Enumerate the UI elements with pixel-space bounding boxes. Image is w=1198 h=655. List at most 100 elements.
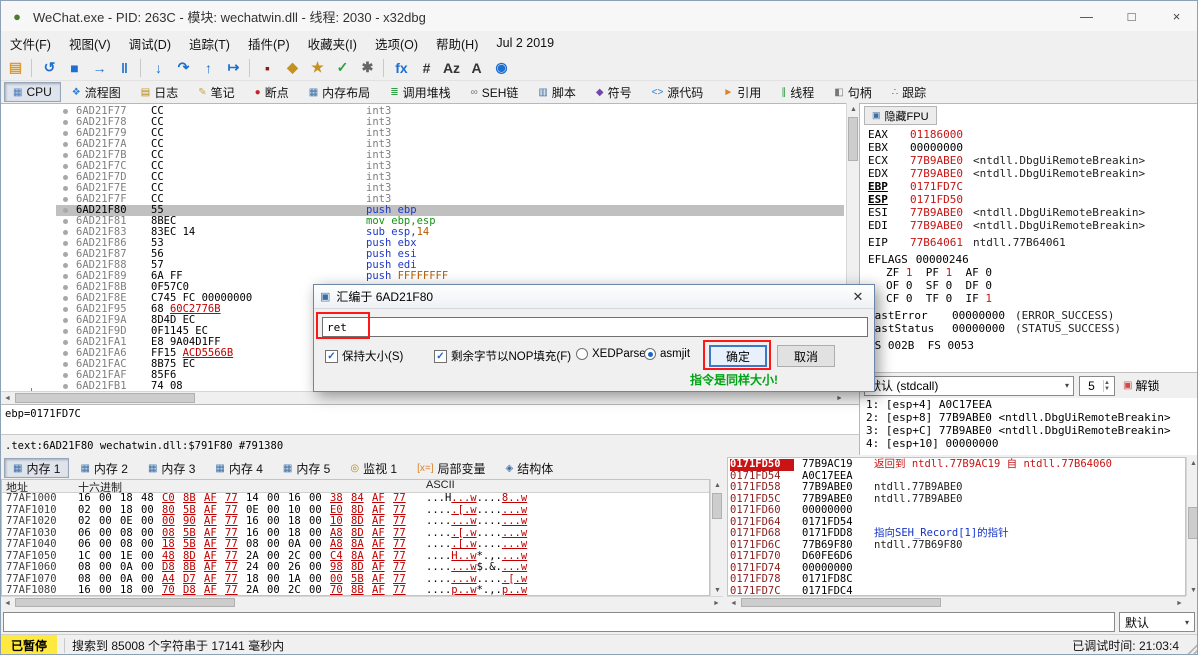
breakpoint-dot[interactable] <box>63 208 68 213</box>
register-row-esi[interactable]: ESI77B9ABE0<ntdll.DbgUiRemoteBreakin> <box>860 206 1198 219</box>
menu-help[interactable]: 帮助(H) <box>427 31 487 56</box>
argument-row[interactable]: 2: [esp+8] 77B9ABE0 <ntdll.DbgUiRemoteBr… <box>860 411 1198 424</box>
dump-vscrollbar[interactable]: ▲ ▼ <box>710 479 723 596</box>
scroll-thumb[interactable] <box>741 598 941 607</box>
menu-plugins[interactable]: 插件(P) <box>239 31 299 56</box>
menu-debug[interactable]: 调试(D) <box>120 31 180 56</box>
scroll-up-icon[interactable]: ▲ <box>711 479 724 491</box>
menu-trace[interactable]: 追踪(T) <box>180 31 239 56</box>
tab-dump-2[interactable]: ▦内存 2 <box>71 458 136 478</box>
dump-row[interactable]: 77AF10801600180070D8AF772A002C00708BAF77… <box>2 585 710 596</box>
breakpoint-dot[interactable] <box>63 285 68 290</box>
tab-trace[interactable]: ∴跟踪 <box>883 82 935 102</box>
scroll-thumb[interactable] <box>15 598 235 607</box>
tab-watch-1[interactable]: ◎监视 1 <box>341 458 406 478</box>
register-row-laststatus[interactable]: LastStatus00000000(STATUS_SUCCESS) <box>860 322 1198 335</box>
strings-icon[interactable]: A <box>464 57 489 79</box>
tab-memory-map[interactable]: ▦内存布局 <box>300 82 379 102</box>
unlock-checkbox[interactable]: ▣ 解锁 <box>1123 377 1159 394</box>
command-mode-combo[interactable]: 默认 ▾ <box>1119 612 1195 632</box>
step-out-icon[interactable]: ↑ <box>196 57 221 79</box>
tab-cpu[interactable]: ▦CPU <box>4 82 61 102</box>
tab-struct[interactable]: ◈结构体 <box>497 458 563 478</box>
dump-row[interactable]: 77AF106008000A00D88BAF7724002600988DAF77… <box>2 562 710 574</box>
breakpoint-dot[interactable] <box>63 351 68 356</box>
tab-handles[interactable]: ◧句柄 <box>825 82 880 102</box>
breakpoint-dot[interactable] <box>63 142 68 147</box>
assemble-instruction-input[interactable] <box>322 317 868 337</box>
dump-row[interactable]: 77AF104006000800185BAF7708000A00A88AAF77… <box>2 539 710 551</box>
stack-vscrollbar[interactable]: ▲ ▼ <box>1186 457 1198 596</box>
open-file-icon[interactable]: ▤ <box>3 57 28 79</box>
calling-convention-combo[interactable]: 默认 (stdcall) ▾ <box>864 376 1074 396</box>
step-over-icon[interactable]: ↷ <box>171 57 196 79</box>
argument-row[interactable]: 3: [esp+C] 77B9ABE0 <ntdll.DbgUiRemoteBr… <box>860 424 1198 437</box>
tab-notes[interactable]: ✎笔记 <box>189 82 243 102</box>
register-row-ebp[interactable]: EBP0171FD7C <box>860 180 1198 193</box>
dump-row[interactable]: 77AF100016001848C08BAF77140016003884AF77… <box>2 493 710 505</box>
favourites-star-icon[interactable]: ★ <box>305 57 330 79</box>
maximize-button[interactable]: □ <box>1109 1 1154 31</box>
disasm-row[interactable]: 6AD21F8653push ebx <box>56 238 844 249</box>
breakpoint-dot[interactable] <box>63 318 68 323</box>
stop-icon[interactable]: ■ <box>62 57 87 79</box>
scroll-thumb[interactable] <box>15 393 195 403</box>
function-fx-icon[interactable]: fx <box>389 57 414 79</box>
tab-locals[interactable]: [x=]局部变量 <box>408 458 494 478</box>
scroll-up-icon[interactable]: ▲ <box>1187 457 1198 469</box>
menu-file[interactable]: 文件(F) <box>1 31 60 56</box>
patches-icon[interactable]: ◆ <box>280 57 305 79</box>
step-into-icon[interactable]: ↓ <box>146 57 171 79</box>
disasm-row[interactable]: 6AD21F77CCint3 <box>56 106 844 117</box>
stack-hscrollbar[interactable]: ◄ ► <box>727 596 1186 608</box>
tab-dump-1[interactable]: ▦内存 1 <box>4 458 69 478</box>
pause-icon[interactable]: ‖ <box>112 57 137 79</box>
breakpoint-dot[interactable] <box>63 384 68 389</box>
tab-threads[interactable]: ∥线程 <box>772 82 823 102</box>
stack-row[interactable]: 0171FD680171FDD8指向SEH_Record[1]的指针 <box>728 528 1186 540</box>
disasm-row[interactable]: 6AD21F7DCCint3 <box>56 172 844 183</box>
stack-row[interactable]: 0171FD7400000000 <box>728 563 1186 575</box>
dump-row[interactable]: 77AF102002000E000090AF7716001800108DAF77… <box>2 516 710 528</box>
hide-fpu-button[interactable]: ▣隐藏FPU <box>864 106 937 125</box>
breakpoint-dot[interactable] <box>63 109 68 114</box>
breakpoint-dot[interactable] <box>63 307 68 312</box>
register-row-edx[interactable]: EDX77B9ABE0<ntdll.DbgUiRemoteBreakin> <box>860 167 1198 180</box>
breakpoint-dot[interactable] <box>63 362 68 367</box>
stack-row[interactable]: 0171FD6C77B69F80ntdll.77B69F80 <box>728 540 1186 552</box>
restart-icon[interactable]: ↺ <box>37 57 62 79</box>
tab-call-stack[interactable]: ≣调用堆栈 <box>381 82 459 102</box>
argument-row[interactable]: 1: [esp+4] A0C17EEA <box>860 398 1198 411</box>
stack-row[interactable]: 0171FD7C0171FDC4 <box>728 586 1186 597</box>
tab-graph[interactable]: ❖流程图 <box>63 82 130 102</box>
disasm-row[interactable]: 6AD21F78CCint3 <box>56 117 844 128</box>
stack-row[interactable]: 0171FD6000000000 <box>728 505 1186 517</box>
breakpoint-dot[interactable] <box>63 175 68 180</box>
fill-nop-checkbox[interactable]: ✓ 剩余字节以NOP填充(F) <box>434 348 571 364</box>
memory-globe-icon[interactable]: ◉ <box>489 57 514 79</box>
breakpoint-dot[interactable] <box>63 197 68 202</box>
scroll-left-icon[interactable]: ◄ <box>1 392 14 404</box>
tab-script[interactable]: ▥脚本 <box>529 82 584 102</box>
scroll-thumb[interactable] <box>848 117 858 161</box>
dump-hscrollbar[interactable]: ◄ ► <box>1 596 723 608</box>
scroll-right-icon[interactable]: ► <box>1173 597 1186 609</box>
disasm-hscrollbar[interactable]: ◄ ► <box>1 391 846 404</box>
stack-row[interactable]: 0171FD5877B9ABE0ntdll.77B9ABE0 <box>728 482 1186 494</box>
tab-breakpoints[interactable]: ●断点 <box>246 82 298 102</box>
disasm-row[interactable]: 6AD21F7ECCint3 <box>56 183 844 194</box>
comment-hash-icon[interactable]: # <box>414 57 439 79</box>
breakpoint-dot[interactable] <box>63 153 68 158</box>
tab-log[interactable]: ▤日志 <box>132 82 187 102</box>
breakpoint-dot[interactable] <box>63 241 68 246</box>
stepper-arrows-icon[interactable]: ▲▼ <box>1103 380 1114 392</box>
register-row-ecx[interactable]: ECX77B9ABE0<ntdll.DbgUiRemoteBreakin> <box>860 154 1198 167</box>
stack-row[interactable]: 0171FD5077B9AC19返回到 ntdll.77B9AC19 自 ntd… <box>728 459 1186 471</box>
scroll-down-icon[interactable]: ▼ <box>1187 584 1198 596</box>
dialog-close-button[interactable]: ✕ <box>842 285 874 309</box>
breakpoint-dot[interactable] <box>63 230 68 235</box>
stack-row[interactable]: 0171FD780171FD8C <box>728 574 1186 586</box>
close-button[interactable]: × <box>1154 1 1198 31</box>
register-row-esp[interactable]: ESP0171FD50 <box>860 193 1198 206</box>
keep-size-checkbox[interactable]: ✓ 保持大小(S) <box>325 348 403 364</box>
